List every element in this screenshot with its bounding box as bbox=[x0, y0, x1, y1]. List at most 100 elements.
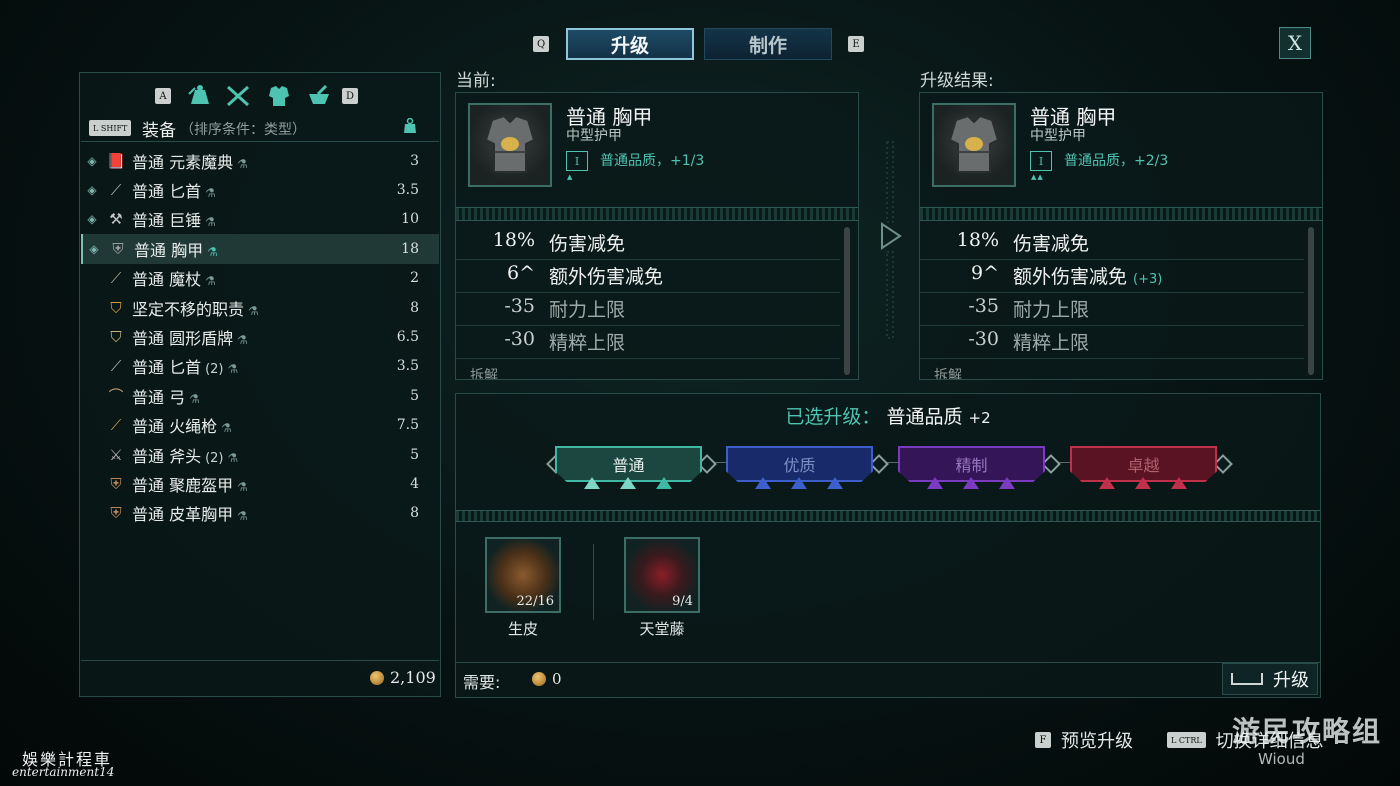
armor-icon[interactable] bbox=[265, 83, 293, 109]
hide-icon: 22/16 bbox=[485, 537, 561, 613]
crossed-weapons-icon[interactable] bbox=[224, 83, 252, 109]
tier-level-pip-icon bbox=[927, 477, 943, 489]
inventory-item-name: 普通 弓 ⚗ bbox=[132, 384, 200, 408]
current-tier-pips: ▲ bbox=[567, 173, 574, 181]
gold-amount: 2,109 bbox=[390, 668, 436, 687]
item-name-text: 普通 聚鹿盔甲 bbox=[132, 475, 234, 495]
material-name: 天堂藤 bbox=[639, 620, 685, 638]
craftable-tag-icon: ⚗ bbox=[205, 186, 216, 201]
toggle-details-key[interactable]: L CTRL bbox=[1167, 732, 1206, 748]
vine-icon: 9/4 bbox=[624, 537, 700, 613]
chestplate-icon: ⛨ bbox=[112, 239, 124, 258]
item-name-text: 普通 斧头 bbox=[132, 446, 202, 466]
result-panel: 普通 胸甲 中型护甲 I ▲▲ 普通品质，+2/3 18% 伤害减免 9^ 额外伤害减… bbox=[919, 92, 1323, 380]
result-tier-badge: I bbox=[1030, 151, 1052, 171]
inventory-item-name: 普通 元素魔典 ⚗ bbox=[132, 149, 248, 173]
stat-name-text: 精粹上限 bbox=[1013, 332, 1090, 354]
craftable-tag-icon: ⚗ bbox=[189, 391, 200, 406]
stat-value: 18% bbox=[956, 229, 999, 251]
inventory-item-row[interactable]: ⛨ 普通 皮革胸甲 ⚗ 8 bbox=[81, 499, 439, 528]
dagger-icon: ⟋ bbox=[110, 181, 122, 200]
next-tab-key[interactable]: E bbox=[848, 36, 864, 52]
wand-icon: ⟋ bbox=[110, 269, 122, 288]
inventory-item-row[interactable]: ⟋ 普通 匕首 (2) ⚗ 3.5 bbox=[81, 352, 439, 381]
sort-hint: （排序条件：类型） bbox=[180, 122, 306, 138]
stat-row: 18% 伤害减免 bbox=[920, 227, 1304, 260]
item-weight: 5 bbox=[410, 387, 419, 404]
result-tier-pips: ▲▲ bbox=[1031, 173, 1044, 181]
upgrade-panel: 已选升级： 普通品质 +2 普通 优质 精制 卓越 22/16 生皮 9/4 天堂藤 需要:… bbox=[455, 393, 1321, 698]
stat-name-text: 精粹上限 bbox=[549, 332, 626, 354]
potion-bag-icon[interactable] bbox=[186, 83, 214, 109]
armor-icon: ⛨ bbox=[110, 474, 122, 493]
coin-icon bbox=[370, 670, 384, 685]
pestle-icon[interactable] bbox=[305, 83, 333, 109]
materials-separator bbox=[593, 544, 594, 620]
inventory-item-row[interactable]: ◈ ⟋ 普通 匕首 ⚗ 3.5 bbox=[81, 175, 439, 204]
preview-upgrade-label[interactable]: 预览升级 bbox=[1061, 727, 1133, 753]
tab-upgrade[interactable]: 升级 bbox=[566, 28, 694, 60]
inventory-item-name: 普通 圆形盾牌 ⚗ bbox=[132, 325, 248, 349]
inventory-item-row[interactable]: ◈ ⚒ 普通 巨锤 ⚗ 10 bbox=[81, 205, 439, 234]
material-name: 生皮 bbox=[507, 620, 538, 638]
inventory-item-name: 坚定不移的职责 ⚗ bbox=[132, 296, 259, 320]
upgrade-button-label: 升级 bbox=[1273, 670, 1309, 691]
prev-tab-key[interactable]: Q bbox=[533, 36, 550, 52]
inventory-item-row[interactable]: ⛉ 坚定不移的职责 ⚗ 8 bbox=[81, 293, 439, 322]
category-prev-key[interactable]: A bbox=[155, 88, 171, 104]
item-name-text: 普通 匕首 bbox=[132, 358, 202, 378]
preview-key[interactable]: F bbox=[1035, 732, 1051, 748]
tier-label: 卓越 bbox=[1127, 456, 1160, 475]
stat-delta: (+3) bbox=[1133, 272, 1163, 287]
current-divider bbox=[456, 207, 858, 221]
stat-row: -30 精粹上限 bbox=[456, 326, 840, 359]
tab-craft[interactable]: 制作 bbox=[704, 28, 832, 60]
result-item-type: 中型护甲 bbox=[1030, 128, 1086, 144]
material-count: 22/16 bbox=[516, 594, 554, 609]
item-name-text: 普通 胸甲 bbox=[134, 240, 204, 260]
current-quality: 普通品质，+1/3 bbox=[600, 153, 705, 169]
craftable-tag-icon: ⚗ bbox=[207, 244, 218, 259]
inventory-item-name: 普通 皮革胸甲 ⚗ bbox=[132, 501, 248, 525]
upgrade-divider bbox=[456, 510, 1320, 522]
need-label: 需要: bbox=[463, 673, 501, 692]
inventory-item-row[interactable]: ◈ 📕 普通 元素魔典 ⚗ 3 bbox=[81, 146, 439, 175]
category-next-key[interactable]: D bbox=[342, 88, 359, 104]
item-weight: 7.5 bbox=[396, 417, 419, 434]
tier-label: 优质 bbox=[783, 456, 816, 475]
inventory-item-name: 普通 火绳枪 ⚗ bbox=[132, 413, 232, 437]
sort-key[interactable]: L SHIFT bbox=[89, 120, 132, 136]
close-button[interactable]: X bbox=[1279, 27, 1311, 59]
stat-row: 9^ 额外伤害减免 (+3) bbox=[920, 260, 1304, 293]
upgrade-button[interactable]: 升级 bbox=[1222, 663, 1318, 695]
inventory-item-row[interactable]: ◈ ⛨ 普通 胸甲 ⚗ 18 bbox=[81, 234, 439, 264]
stat-row: -35 耐力上限 bbox=[920, 293, 1304, 326]
item-weight: 8 bbox=[410, 505, 419, 522]
inventory-item-row[interactable]: ⌒ 普通 弓 ⚗ 5 bbox=[81, 381, 439, 410]
inventory-item-row[interactable]: ⚔ 普通 斧头 (2) ⚗ 5 bbox=[81, 440, 439, 469]
item-weight: 10 bbox=[401, 211, 419, 228]
result-dismantle-label: 拆解 bbox=[934, 368, 962, 379]
material-count: 9/4 bbox=[672, 594, 693, 609]
stat-name: 精粹上限 bbox=[549, 328, 625, 355]
craftable-tag-icon: ⚗ bbox=[237, 333, 248, 348]
current-scrollbar[interactable] bbox=[844, 227, 850, 375]
stat-row: -35 耐力上限 bbox=[456, 293, 840, 326]
inventory-item-row[interactable]: ⟋ 普通 火绳枪 ⚗ 7.5 bbox=[81, 411, 439, 440]
tier-level-pip-icon bbox=[827, 477, 843, 489]
result-scrollbar[interactable] bbox=[1308, 227, 1314, 375]
gold-display: 2,109 bbox=[370, 668, 436, 687]
stat-value: -35 bbox=[968, 295, 999, 317]
inventory-item-row[interactable]: ⟋ 普通 魔杖 ⚗ 2 bbox=[81, 264, 439, 293]
tier-level-pip-icon bbox=[1171, 477, 1187, 489]
inventory-item-name: 普通 匕首 ⚗ bbox=[132, 178, 216, 202]
tier-level-pip-icon bbox=[584, 477, 600, 489]
stat-name-text: 耐力上限 bbox=[1013, 299, 1090, 321]
inventory-item-name: 普通 魔杖 ⚗ bbox=[132, 266, 216, 290]
tier-level-pip-icon bbox=[791, 477, 807, 489]
item-count: (2) bbox=[205, 362, 224, 378]
tier-level-pip-icon bbox=[620, 477, 636, 489]
watermark-site-sub: Wioud bbox=[1258, 750, 1305, 768]
inventory-item-row[interactable]: ⛨ 普通 聚鹿盔甲 ⚗ 4 bbox=[81, 469, 439, 498]
inventory-item-row[interactable]: ⛉ 普通 圆形盾牌 ⚗ 6.5 bbox=[81, 322, 439, 351]
